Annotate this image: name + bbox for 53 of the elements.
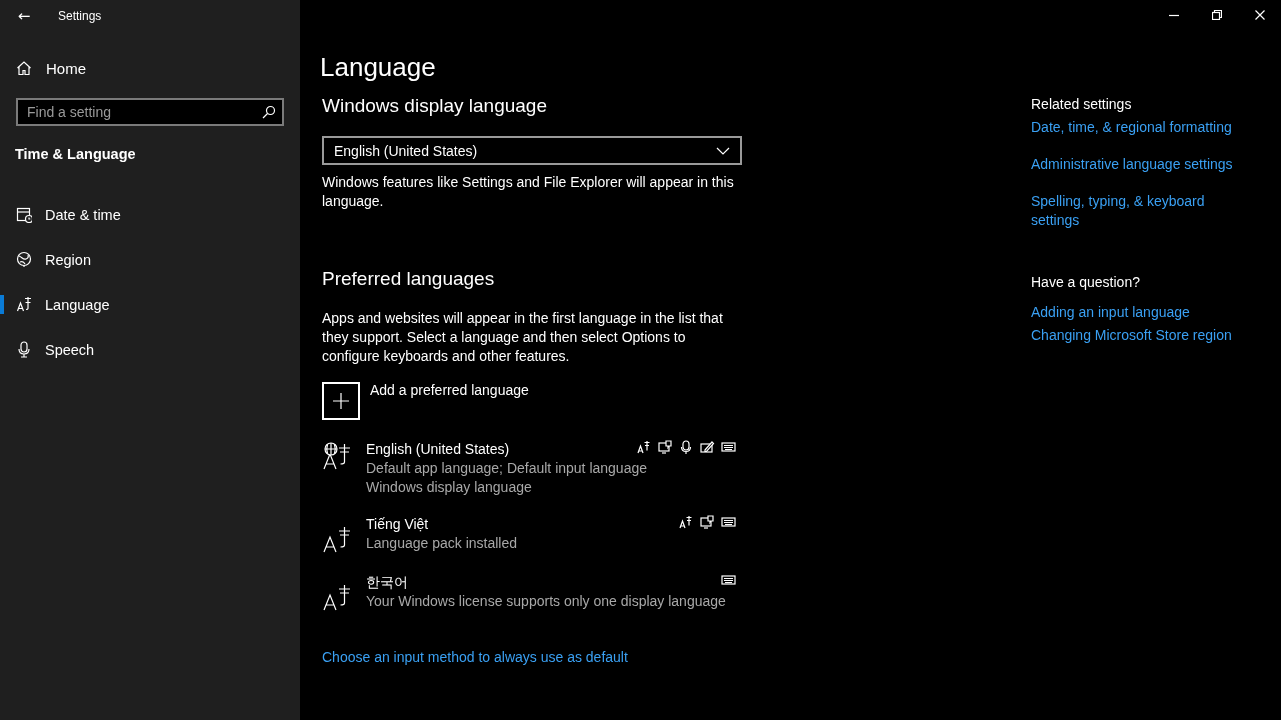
chevron-down-icon bbox=[716, 146, 730, 155]
monitor-speech-icon bbox=[700, 515, 715, 529]
language-row[interactable]: 한국어 Your Windows license supports only one display language bbox=[322, 573, 736, 613]
add-language-button[interactable]: Add a preferred language bbox=[322, 382, 529, 420]
description-text: Apps and websites will appear in the first language in the list that they support. Select a language and then select Options to configure keyboards and other features. bbox=[322, 309, 724, 366]
window-title: Settings bbox=[58, 9, 102, 23]
section-heading: Time & Language bbox=[14, 145, 137, 164]
keyboard-icon bbox=[721, 515, 736, 529]
search-field[interactable]: Find a setting bbox=[16, 98, 284, 126]
microphone-icon bbox=[679, 440, 694, 454]
search-icon bbox=[262, 105, 276, 119]
monitor-speech-icon bbox=[658, 440, 673, 454]
keyboard-icon bbox=[721, 440, 736, 454]
section-heading: Preferred languages bbox=[322, 268, 496, 290]
plus-icon bbox=[332, 392, 350, 410]
pen-on-pad-icon bbox=[700, 440, 715, 454]
nav-item[interactable]: Speech bbox=[0, 327, 300, 372]
section-heading: Windows display language bbox=[322, 95, 548, 117]
help-link[interactable]: Changing Microsoft Store region bbox=[1031, 327, 1251, 343]
nav-item[interactable]: Region bbox=[0, 237, 300, 282]
close-icon bbox=[1254, 10, 1265, 20]
keyboard-icon bbox=[721, 573, 736, 587]
page-title: Language bbox=[320, 52, 437, 83]
language-detail: Windows display language bbox=[366, 478, 533, 497]
language-icon bbox=[16, 296, 32, 313]
language-detail: Your Windows license supports only one display language bbox=[366, 592, 727, 611]
related-link[interactable]: Administrative language settings bbox=[1031, 155, 1251, 174]
language-name: English (United States) bbox=[366, 440, 510, 459]
language-row[interactable]: Tiếng Việt Language pack installed bbox=[322, 515, 736, 555]
related-link[interactable]: Date, time, & regional formatting bbox=[1031, 118, 1251, 137]
language-name: Tiếng Việt bbox=[366, 515, 429, 534]
question-heading: Have a question? bbox=[1031, 274, 1141, 290]
help-link[interactable]: Adding an input language bbox=[1031, 304, 1251, 320]
calendar-icon bbox=[16, 206, 32, 223]
language-detail: Language pack installed bbox=[366, 534, 518, 553]
language-pack-icon bbox=[679, 515, 694, 529]
restore-icon bbox=[1211, 10, 1222, 20]
language-dropdown[interactable]: English (United States) bbox=[322, 136, 742, 165]
language-name: 한국어 bbox=[366, 573, 408, 592]
home-icon bbox=[16, 60, 32, 76]
microphone-icon bbox=[16, 341, 32, 358]
nav-item[interactable]: Date & time bbox=[0, 192, 300, 237]
related-link[interactable]: Spelling, typing, & keyboard settings bbox=[1031, 192, 1251, 230]
language-detail: Default app language; Default input language bbox=[366, 459, 648, 478]
related-settings-heading: Related settings bbox=[1031, 96, 1133, 112]
nav-item[interactable]: Language bbox=[0, 282, 300, 327]
language-pack-icon bbox=[637, 440, 652, 454]
description-text: Windows features like Settings and File Explorer will appear in this language. bbox=[322, 173, 735, 211]
back-button[interactable]: ← bbox=[14, 7, 34, 25]
default-input-link[interactable]: Choose an input method to always use as default bbox=[322, 649, 628, 665]
globe-icon bbox=[16, 251, 32, 268]
language-row[interactable]: English (United States) Default app language; Default input language Windows display language bbox=[322, 440, 736, 497]
home-link[interactable]: Home bbox=[46, 59, 86, 77]
